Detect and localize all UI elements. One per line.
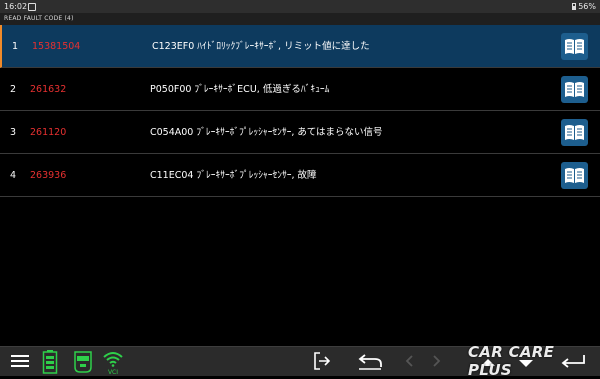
fault-code: 15381504 (32, 41, 81, 52)
help-manual-button[interactable] (561, 33, 588, 60)
help-manual-button[interactable] (561, 76, 588, 103)
exit-button[interactable] (312, 347, 332, 376)
vci-wifi-status[interactable]: VCI (102, 347, 124, 376)
obd-connector-icon (74, 351, 92, 373)
book-icon (565, 125, 584, 140)
fault-row[interactable]: 3 261120 C054A00 ﾌﾞﾚｰｷｻｰﾎﾞﾌﾟﾚｯｼｬｰｾﾝｻｰ, あ… (0, 111, 600, 154)
fault-code-list: 1 15381504 C123EF0 ﾊｲﾄﾞﾛﾘｯｸﾌﾞﾚｰｷｻｰﾎﾞ, リミ… (0, 25, 600, 197)
notification-icon (28, 3, 36, 11)
book-icon (565, 82, 584, 97)
fault-row[interactable]: 4 263936 C11EC04 ﾌﾞﾚｰｷｻｰﾎﾞﾌﾟﾚｯｼｬｰｾﾝｻｰ, 故… (0, 154, 600, 197)
device-battery-status[interactable] (42, 347, 58, 376)
fault-description: C054A00 ﾌﾞﾚｰｷｻｰﾎﾞﾌﾟﾚｯｼｬｰｾﾝｻｰ, あてはまらない信号 (150, 127, 383, 138)
back-arrow-icon (358, 354, 382, 370)
fault-index: 3 (10, 127, 17, 138)
chevron-left-icon (405, 355, 413, 367)
fault-description: C123EF0 ﾊｲﾄﾞﾛﾘｯｸﾌﾞﾚｰｷｻｰﾎﾞ, リミット値に達した (152, 41, 370, 52)
obd-connector-status[interactable] (73, 347, 93, 376)
previous-page-button[interactable] (402, 347, 416, 376)
exit-icon (314, 352, 331, 370)
menu-button[interactable] (10, 347, 30, 376)
fault-index: 1 (12, 41, 19, 52)
book-icon (565, 168, 584, 183)
help-manual-button[interactable] (561, 162, 588, 189)
battery-icon (42, 350, 58, 374)
help-manual-button[interactable] (561, 119, 588, 146)
battery-icon (572, 3, 577, 10)
back-button[interactable] (356, 347, 384, 376)
status-bar: 16:02 56% (0, 0, 600, 13)
fault-row[interactable]: 2 261632 P050F00 ﾌﾞﾚｰｷｻｰﾎﾞECU, 低過ぎるﾊﾞｷｭｰ… (0, 68, 600, 111)
book-icon (565, 39, 584, 54)
fault-code: 263936 (30, 170, 67, 181)
fault-description: C11EC04 ﾌﾞﾚｰｷｻｰﾎﾞﾌﾟﾚｯｼｬｰｾﾝｻｰ, 故障 (150, 170, 317, 181)
next-page-button[interactable] (430, 347, 444, 376)
fault-index: 2 (10, 84, 17, 95)
hamburger-icon (11, 355, 29, 367)
page-title: READ FAULT CODE (4) (0, 13, 600, 25)
fault-index: 4 (10, 170, 17, 181)
battery-indicator: 56% (572, 0, 596, 13)
fault-description: P050F00 ﾌﾞﾚｰｷｻｰﾎﾞECU, 低過ぎるﾊﾞｷｭｰﾑ (150, 84, 330, 95)
fault-code: 261120 (30, 127, 67, 138)
wifi-icon: VCI (103, 352, 123, 376)
fault-row[interactable]: 1 15381504 C123EF0 ﾊｲﾄﾞﾛﾘｯｸﾌﾞﾚｰｷｻｰﾎﾞ, リミ… (0, 25, 600, 68)
clock: 16:02 (4, 2, 28, 11)
battery-level: 56% (578, 2, 596, 11)
fault-code: 261632 (30, 84, 67, 95)
watermark-logo: CAR CARE PLUS (468, 343, 555, 379)
chevron-right-icon (433, 355, 441, 367)
